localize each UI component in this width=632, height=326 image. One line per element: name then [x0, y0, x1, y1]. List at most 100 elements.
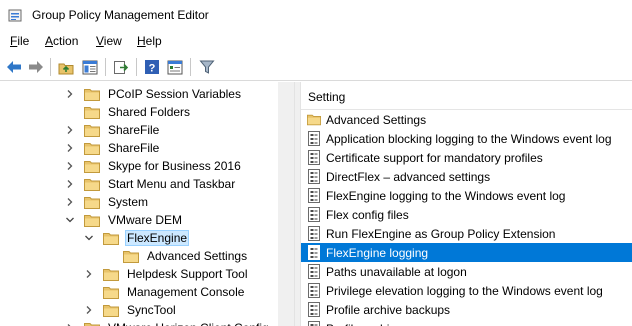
list-setting-item[interactable]: Application blocking logging to the Wind…: [301, 129, 632, 148]
list-setting-item[interactable]: FlexEngine logging to the Windows event …: [301, 186, 632, 205]
chevron-right-icon[interactable]: [64, 178, 76, 190]
chevron-right-icon[interactable]: [64, 124, 76, 136]
gpme-app-icon: [8, 8, 23, 23]
menu-help[interactable]: Help: [137, 34, 162, 48]
folder-icon: [103, 268, 119, 281]
tree-item-label: Skype for Business 2016: [108, 159, 241, 173]
tree-item[interactable]: Shared Folders: [64, 103, 192, 121]
list-setting-item[interactable]: Privilege elevation logging to the Windo…: [301, 281, 632, 300]
tree-item[interactable]: Helpdesk Support Tool: [83, 265, 250, 283]
menu-view-mnemonic: V: [96, 34, 104, 48]
policy-setting-icon: [308, 131, 320, 146]
tree-item-label: Advanced Settings: [147, 249, 248, 263]
tree-item[interactable]: PCoIP Session Variables: [64, 85, 243, 103]
chevron-down-icon[interactable]: [64, 214, 76, 226]
folder-icon: [103, 304, 119, 317]
list-setting-item[interactable]: Profile archives: [301, 319, 632, 326]
tree-item-label: System: [108, 195, 149, 209]
chevron-right-icon[interactable]: [64, 322, 76, 326]
folder-icon: [103, 286, 119, 299]
list-item-label: Flex config files: [326, 207, 409, 222]
list-setting-item[interactable]: Flex config files: [301, 205, 632, 224]
list-item-label: Paths unavailable at logon: [326, 264, 467, 279]
menu-help-mnemonic: H: [137, 34, 146, 48]
menu-action-mnemonic: A: [45, 34, 54, 48]
chevron-down-icon[interactable]: [83, 232, 95, 244]
folder-icon: [84, 214, 100, 227]
list-item-label: Run FlexEngine as Group Policy Extension: [326, 226, 556, 241]
tree-item[interactable]: Advanced Settings: [103, 247, 249, 265]
policy-setting-icon: [308, 245, 320, 260]
chevron-right-icon[interactable]: [83, 268, 95, 280]
help-icon[interactable]: ?: [142, 57, 162, 77]
tree-item-label: SyncTool: [127, 303, 176, 317]
list-folder-item[interactable]: Advanced Settings: [301, 110, 632, 129]
toolbar: ?: [0, 53, 632, 81]
list-setting-item[interactable]: Paths unavailable at logon: [301, 262, 632, 281]
title-bar: Group Policy Management Editor: [0, 0, 632, 31]
forward-icon[interactable]: [26, 57, 46, 77]
tree-scrollbar[interactable]: [278, 82, 294, 326]
menu-view[interactable]: View: [96, 34, 122, 48]
up-folder-icon[interactable]: [56, 57, 76, 77]
menu-file[interactable]: File: [10, 34, 29, 48]
tree-item[interactable]: VMware Horizon Client Config: [64, 319, 271, 326]
settings-list-pane[interactable]: Setting Advanced Settings Application blo…: [301, 82, 632, 326]
policy-setting-icon: [308, 150, 320, 165]
menu-action[interactable]: Action: [45, 34, 78, 48]
show-hide-tree-icon[interactable]: [80, 57, 100, 77]
folder-icon: [123, 250, 139, 263]
tree-item-label: Helpdesk Support Tool: [127, 267, 248, 281]
policy-setting-icon: [308, 169, 320, 184]
policy-setting-icon: [308, 283, 320, 298]
folder-icon: [84, 106, 100, 119]
list-item-label: Profile archives: [326, 322, 408, 326]
tree-item[interactable]: FlexEngine: [83, 229, 190, 247]
tree-item-label: VMware Horizon Client Config: [106, 320, 271, 326]
window-title: Group Policy Management Editor: [32, 8, 209, 22]
tree-item[interactable]: Start Menu and Taskbar: [64, 175, 237, 193]
chevron-right-icon[interactable]: [64, 160, 76, 172]
list-item-label: Advanced Settings: [326, 112, 427, 127]
tree-item[interactable]: SyncTool: [83, 301, 178, 319]
list-item-label: FlexEngine logging to the Windows event …: [326, 188, 566, 203]
list-setting-item[interactable]: FlexEngine logging: [301, 243, 632, 262]
list-setting-item[interactable]: Profile archive backups: [301, 300, 632, 319]
chevron-right-icon[interactable]: [64, 88, 76, 100]
folder-icon: [103, 232, 119, 245]
svg-text:?: ?: [149, 63, 156, 75]
tree-item[interactable]: VMware DEM: [64, 211, 184, 229]
chevron-right-icon[interactable]: [64, 142, 76, 154]
tree-item-label: Shared Folders: [108, 105, 191, 119]
list-setting-item[interactable]: DirectFlex – advanced settings: [301, 167, 632, 186]
tree-item-label: Start Menu and Taskbar: [108, 177, 236, 191]
tree-item-label: ShareFile: [108, 141, 160, 155]
export-list-icon[interactable]: [111, 57, 131, 77]
filter-icon[interactable]: [197, 57, 217, 77]
tree-item[interactable]: System: [64, 193, 150, 211]
list-setting-item[interactable]: Run FlexEngine as Group Policy Extension: [301, 224, 632, 243]
column-header-setting[interactable]: Setting: [301, 82, 632, 110]
properties-icon[interactable]: [165, 57, 185, 77]
column-header-label: Setting: [308, 90, 346, 104]
tree-item[interactable]: ShareFile: [64, 121, 161, 139]
list-setting-item[interactable]: Certificate support for mandatory profil…: [301, 148, 632, 167]
tree-item-label: FlexEngine: [125, 230, 190, 246]
back-icon[interactable]: [4, 57, 24, 77]
chevron-right-icon[interactable]: [64, 196, 76, 208]
tree-item-label: Management Console: [127, 285, 245, 299]
list-item-label: FlexEngine logging: [326, 245, 429, 260]
chevron-right-icon[interactable]: [83, 304, 95, 316]
tree-item[interactable]: Management Console: [83, 283, 246, 301]
tree-item-label: ShareFile: [108, 123, 160, 137]
folder-icon: [84, 178, 100, 191]
menu-bar: File Action View Help: [0, 31, 632, 53]
pane-splitter[interactable]: [294, 82, 301, 326]
menu-action-rest: ction: [53, 34, 79, 48]
policy-setting-icon: [308, 321, 320, 326]
tree-item[interactable]: Skype for Business 2016: [64, 157, 243, 175]
tree-item[interactable]: ShareFile: [64, 139, 161, 157]
folder-icon: [84, 142, 100, 155]
tree-pane[interactable]: PCoIP Session Variables Shared Folders Sha…: [0, 82, 294, 326]
